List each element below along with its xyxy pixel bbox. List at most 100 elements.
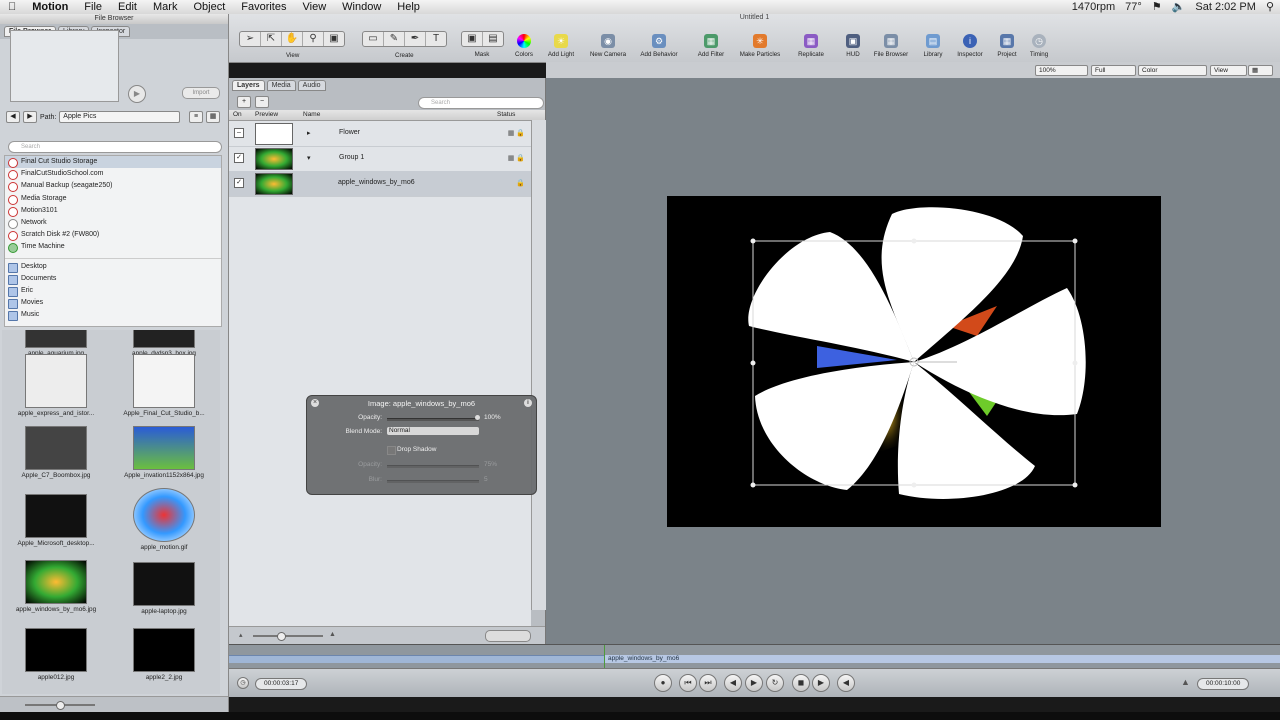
timecode-toggle-icon[interactable]: ◷ [237,677,249,689]
thumbnail-item[interactable]: Apple_Microsoft_desktop... [2,494,110,560]
remove-layer-icon[interactable]: − [255,96,269,108]
row-size-slider[interactable] [253,635,323,637]
fan-rpm-status[interactable]: 1470rpm [1072,0,1115,14]
source-item[interactable]: Motion3101 [5,205,221,217]
info-icon[interactable]: i [524,399,532,407]
menu-edit[interactable]: Edit [110,0,145,14]
canvas-stage[interactable] [667,196,1161,527]
thumbnail-item[interactable]: Apple_Final_Cut_Studio_b... [110,354,218,420]
thumbnail-size-slider[interactable] [0,696,228,713]
menu-file[interactable]: File [76,0,110,14]
apple-menu-icon[interactable]:  [0,0,24,14]
thumbnail-item[interactable]: apple_windows_by_mo6.jpg [2,560,110,626]
thumbnail-item[interactable]: apple-laptop.jpg [110,562,218,628]
opacity-knob[interactable] [475,415,480,420]
layer-search-input[interactable]: Search [418,97,544,109]
tab-layers[interactable]: Layers [232,80,265,91]
previous-frame-button[interactable]: ◀ [724,674,742,692]
zoom-tool-icon[interactable]: ⚲ [303,32,324,46]
new-camera-button[interactable]: ◉ New Camera [586,34,630,58]
icon-view-icon[interactable]: ▦ [206,111,220,123]
record-button[interactable]: ● [654,674,672,692]
drop-shadow-checkbox[interactable] [387,446,396,455]
back-arrow-icon[interactable]: ◀ [6,111,20,123]
view-layout-icon[interactable]: ▦ [1248,65,1273,76]
menu-mark[interactable]: Mark [145,0,185,14]
list-view-icon[interactable]: ≡ [189,111,204,123]
play-button[interactable]: ▶ [745,674,763,692]
add-behavior-button[interactable]: ⚙ Add Behavior [637,34,681,58]
source-item[interactable]: Manual Backup (seagate250) [5,180,221,193]
spotlight-flag-icon[interactable]: ⚑ [1152,0,1162,14]
thumbnail-item[interactable]: apple_express_and_istor... [2,354,110,420]
add-light-button[interactable]: ☀ Add Light [539,34,583,58]
volume-icon[interactable]: 🔈 [1172,0,1186,14]
blur-value[interactable]: 5 [484,476,488,483]
shadow-opacity-value[interactable]: 75% [484,461,497,468]
forward-arrow-icon[interactable]: ▶ [22,111,37,123]
layer-enable-checkbox[interactable]: ✓ [234,178,244,188]
lock-icon[interactable]: ▦ 🔒 [508,154,525,162]
replicate-button[interactable]: ▦ Replicate [789,34,833,58]
tab-audio[interactable]: Audio [297,80,326,91]
menu-view[interactable]: View [295,0,335,14]
channels-select[interactable]: Color [1138,65,1207,76]
duration-timecode[interactable]: 00:00:10:00 [1197,678,1250,690]
path-select[interactable]: Apple Pics [59,111,181,123]
adjust-tool-icon[interactable]: ⇱ [261,32,282,46]
pan-tool-icon[interactable]: ✋ [282,32,303,46]
lock-icon[interactable]: 🔒 [516,179,525,187]
layer-row[interactable]: ✓ apple_windows_by_mo6 🔒 [229,171,531,197]
mini-timeline[interactable]: apple_windows_by_mo6 [229,644,1280,669]
view-select[interactable]: View [1210,65,1247,76]
loop-button[interactable]: ↻ [766,674,784,692]
folder-item[interactable]: Music [5,309,221,322]
mask-button[interactable]: Mask [460,34,504,58]
text-tool-icon[interactable]: T [426,32,446,46]
3d-tool-icon[interactable]: ▣ [324,32,344,46]
source-item[interactable]: FinalCutStudioSchool.com [5,168,221,181]
slider-knob[interactable] [56,701,65,710]
layer-enable-checkbox[interactable]: ✓ [234,153,244,163]
col-on[interactable]: On [233,111,242,118]
source-item[interactable]: Scratch Disk #2 (FW800) [5,229,221,242]
spotlight-search-icon[interactable]: ⚲ [1266,0,1274,14]
menu-window[interactable]: Window [334,0,389,14]
menu-favorites[interactable]: Favorites [233,0,294,14]
preview-play-button[interactable]: ▶ [128,85,146,103]
lock-icon[interactable]: ▦ 🔒 [508,129,525,137]
layers-scrollbar[interactable] [531,120,546,610]
folder-item[interactable]: Desktop [5,261,221,273]
col-preview[interactable]: Preview [255,111,278,118]
add-filter-button[interactable]: ▦ Add Filter [689,34,733,58]
go-to-end-button[interactable]: ⏭ [699,674,717,692]
flower-artwork[interactable] [667,196,1161,527]
layer-options-buttons[interactable] [485,630,531,642]
rectangle-tool-icon[interactable]: ▭ [363,32,384,46]
folder-item[interactable]: Eric [5,285,221,297]
source-item[interactable]: Time Machine [5,241,221,254]
make-particles-button[interactable]: ✳ Make Particles [738,34,782,58]
thumbnail-item[interactable]: apple2_2.jpg [110,628,218,694]
thumbnail-item[interactable]: Apple_invation1152x864.jpg [110,426,218,492]
folder-item[interactable]: Movies [5,297,221,310]
tab-media[interactable]: Media [266,80,296,91]
thumbnail-item[interactable]: apple012.jpg [2,628,110,694]
row-size-knob[interactable] [277,632,286,641]
zoom-select[interactable]: 100% [1035,65,1088,76]
go-to-start-button[interactable]: ⏮ [679,674,697,692]
file-search-input[interactable]: Search [8,141,222,153]
menu-help[interactable]: Help [389,0,428,14]
image-hud[interactable]: × Image: apple_windows_by_mo6 i Opacity:… [306,395,537,495]
file-browser-button[interactable]: ▦ File Browser [869,34,913,58]
bezier-tool-icon[interactable]: ✎ [384,32,405,46]
source-item[interactable]: Final Cut Studio Storage [5,156,221,169]
playhead[interactable] [604,645,605,669]
col-name[interactable]: Name [303,111,320,118]
add-layer-icon[interactable]: + [237,96,251,108]
disclosure-icon[interactable]: ▸ [307,129,311,137]
disclosure-icon[interactable]: ▾ [307,154,311,162]
blur-slider[interactable] [387,480,479,483]
select-tool-icon[interactable]: ➢ [240,32,261,46]
pen-tool-icon[interactable]: ✒ [405,32,426,46]
